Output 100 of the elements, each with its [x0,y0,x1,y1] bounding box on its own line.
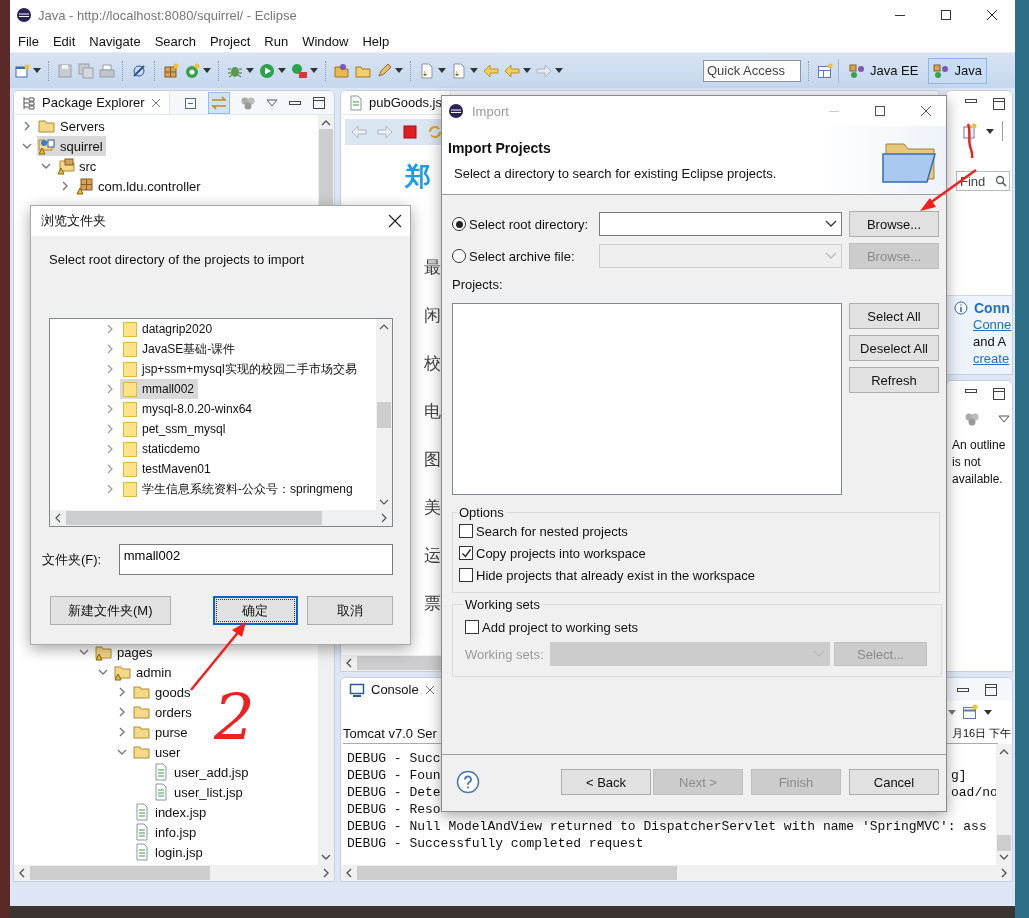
link-editor-icon[interactable] [208,91,230,114]
marker-icon[interactable] [131,62,147,79]
radio-indicator[interactable] [452,249,466,263]
folder-icon[interactable] [334,62,350,79]
scroll-thumb[interactable] [66,511,322,525]
menu-item[interactable]: Help [358,33,396,49]
run-server-icon[interactable] [291,62,307,79]
menu-item[interactable]: Navigate [85,33,147,49]
chevron-icon[interactable] [22,121,32,131]
new-package-icon[interactable] [163,62,179,79]
minimize-icon[interactable] [964,97,978,105]
tree-item[interactable]: orders [132,702,195,722]
chevron-icon[interactable] [41,161,51,171]
chevron-icon[interactable] [22,141,32,151]
tree-item[interactable]: admin [113,662,175,682]
view-tab[interactable]: Console [341,678,444,701]
caret-icon[interactable] [555,68,563,73]
caret-icon[interactable] [986,128,994,134]
chevron-icon[interactable] [117,727,127,737]
caret-icon[interactable] [203,68,211,73]
menu-item[interactable]: Project [205,33,257,49]
minimize-icon[interactable] [288,98,302,107]
scrollbar[interactable] [341,865,1012,881]
scroll-right-icon[interactable] [1000,868,1008,878]
folder-item[interactable]: mmall002 [120,379,199,399]
tree-item[interactable]: index.jsp [132,802,210,822]
help-icon[interactable] [456,770,480,794]
dialog-button[interactable]: 新建文件夹(M) [50,596,171,625]
dialog-button[interactable]: 取消 [307,596,393,625]
scroll-thumb[interactable] [357,866,677,880]
caret-icon[interactable] [33,68,41,73]
scroll-left-icon[interactable] [18,868,26,878]
maximize-icon[interactable] [874,105,886,117]
scroll-thumb[interactable] [377,401,391,428]
maximize-icon[interactable] [992,97,1006,111]
dropdown-icon[interactable] [825,220,837,228]
scrollbar[interactable] [14,865,334,881]
folder-item[interactable]: jsp+ssm+mysql实现的校园二手市场交易 [120,359,361,379]
close-icon[interactable] [920,105,932,117]
tree-item[interactable]: user_list.jsp [151,782,246,802]
caret-icon[interactable] [278,68,286,73]
maximize-icon[interactable] [992,387,1006,401]
menu-item[interactable]: Search [150,33,202,49]
radio-button[interactable]: Select archive file: [452,248,599,264]
chevron-icon[interactable] [60,181,70,191]
scroll-thumb[interactable] [30,866,210,880]
filter-icon[interactable] [964,411,980,427]
scrollbar[interactable] [996,744,1012,865]
folder-item[interactable]: staticdemo [120,439,205,459]
new-console-icon[interactable] [962,704,978,720]
checkbox[interactable]: Hide projects that already exist in the workspace [459,564,939,586]
caret-icon[interactable] [523,68,531,73]
tree-item[interactable]: purse [132,722,191,742]
perspective-button[interactable]: Java EE [844,57,924,84]
tree-item[interactable]: src [56,156,100,176]
tree-item[interactable]: goods [132,682,194,702]
connect-link[interactable]: Conne [973,316,1012,333]
checkbox[interactable]: Copy projects into workspace [459,542,939,564]
perspective-button[interactable]: Java [928,57,987,84]
folder-item[interactable]: JavaSE基础-课件 [120,339,240,359]
chevron-icon[interactable] [79,647,89,657]
scroll-up-icon[interactable] [999,748,1009,756]
checkbox[interactable]: Add project to working sets [465,616,927,638]
tree-item[interactable]: login.jsp [132,842,206,862]
scrollbar[interactable] [50,510,392,526]
scroll-down-icon[interactable] [379,498,389,506]
menu-item[interactable]: Run [260,33,295,49]
view-tab[interactable]: Package Explorer [14,91,170,114]
tree-item[interactable]: pages [94,642,156,662]
scroll-down-icon[interactable] [321,853,331,861]
minimize-icon[interactable] [956,685,970,694]
wizard-button[interactable]: < Back [561,769,651,795]
new-task-icon[interactable] [962,123,978,139]
quick-access-field[interactable]: Quick Access [703,59,801,82]
chevron-icon[interactable] [98,667,108,677]
tree-item[interactable]: Servers [37,116,108,136]
browse-button[interactable]: Browse... [849,211,939,237]
menu-item[interactable]: Window [298,33,355,49]
view-menu-icon[interactable] [998,415,1010,423]
caret-icon[interactable] [438,68,446,73]
refresh-icon[interactable] [427,124,443,140]
list-button[interactable]: Select All [849,303,939,329]
caret-icon[interactable] [984,709,992,715]
wizard-button[interactable]: Cancel [849,769,939,795]
folder-item[interactable]: testMaven01 [120,459,215,479]
list-button[interactable]: Deselect All [849,335,939,361]
folder-tree[interactable]: datagrip2020 JavaSE基础-课件 jsp+ssm+mysql实现的校园二手市场交易 mmall002 mysql-8.0.20-winx64 pet_ssm_mysql staticdemo testMaven01 学生信息系统资料-公众号：springmeng [49,318,393,527]
scroll-left-icon[interactable] [345,658,353,668]
tree-item[interactable]: user_add.jsp [151,762,252,782]
chevron-icon[interactable] [117,687,127,697]
folder-item[interactable]: 学生信息系统资料-公众号：springmeng [120,479,357,499]
scroll-up-icon[interactable] [379,323,389,331]
radio-button[interactable]: Select root directory: [452,216,599,232]
chevron-icon[interactable] [117,707,127,717]
scroll-up-icon[interactable] [321,119,331,127]
chevron-icon[interactable] [117,747,127,757]
caret-icon[interactable] [470,68,478,73]
radio-indicator[interactable] [452,217,466,231]
caret-icon[interactable] [310,68,318,73]
scroll-down-icon[interactable] [999,853,1009,861]
